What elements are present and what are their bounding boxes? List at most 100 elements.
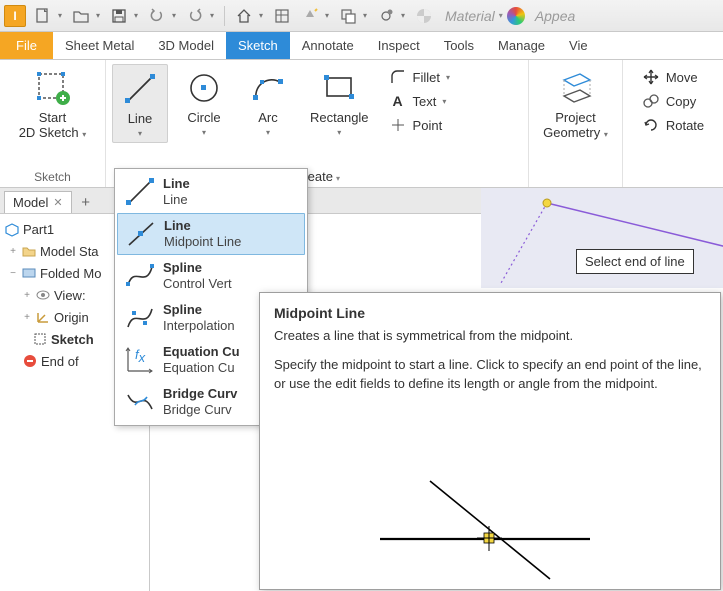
expand-icon[interactable]: + xyxy=(22,290,32,301)
svg-text:fx: fx xyxy=(135,347,146,365)
home-dropdown-icon[interactable]: ▾ xyxy=(257,5,265,27)
tooltip-title: Midpoint Line xyxy=(274,305,706,321)
tab-manage[interactable]: Manage xyxy=(486,32,557,59)
spline-interp-icon xyxy=(123,301,157,335)
redo-dropdown-icon[interactable]: ▾ xyxy=(208,5,216,27)
collapse-icon[interactable]: − xyxy=(8,268,18,279)
circle-dropdown-icon[interactable]: ▾ xyxy=(202,128,206,137)
tab-sheet-metal[interactable]: Sheet Metal xyxy=(53,32,146,59)
panel-modify: Move Copy Rotate xyxy=(623,60,723,187)
select-dropdown-icon[interactable]: ▾ xyxy=(361,5,369,27)
checker-icon[interactable] xyxy=(413,5,435,27)
open-icon[interactable] xyxy=(70,5,92,27)
tab-file[interactable]: File xyxy=(0,32,53,59)
start-sketch-label: Start2D Sketch ▾ xyxy=(19,111,87,141)
view-icon xyxy=(35,287,51,303)
separator xyxy=(224,6,225,26)
new-dropdown-icon[interactable]: ▾ xyxy=(56,5,64,27)
point-icon xyxy=(389,116,407,134)
save-dropdown-icon[interactable]: ▾ xyxy=(132,5,140,27)
ribbon: Start2D Sketch ▾ Sketch Line ▾ Circle ▾ … xyxy=(0,60,723,188)
fillet-button[interactable]: Fillet▾ xyxy=(387,66,452,88)
tooltip-body: Creates a line that is symmetrical from … xyxy=(274,327,706,394)
return-icon[interactable] xyxy=(375,5,397,27)
arc-dropdown-icon[interactable]: ▾ xyxy=(266,128,270,137)
save-icon[interactable] xyxy=(108,5,130,27)
project-geometry-label: ProjectGeometry ▾ xyxy=(543,111,608,141)
appearance-label: Appea xyxy=(535,8,575,24)
quick-access-toolbar: I ▾ ▾ ▾ ▾ ▾ ▾ ▾ ▾ ▾ Material ▾ Appea xyxy=(0,0,723,32)
appearance-swatch-icon[interactable] xyxy=(507,7,525,25)
arc-button[interactable]: Arc ▾ xyxy=(240,64,296,141)
rectangle-label: Rectangle xyxy=(310,111,369,126)
open-dropdown-icon[interactable]: ▾ xyxy=(94,5,102,27)
copy-button[interactable]: Copy xyxy=(640,90,706,112)
point-button[interactable]: Point xyxy=(387,114,452,136)
undo-icon[interactable] xyxy=(146,5,168,27)
panel-sketch-title: Sketch xyxy=(34,167,71,187)
rectangle-icon xyxy=(319,68,359,108)
add-tab-button[interactable]: + xyxy=(76,192,96,212)
origin-icon xyxy=(35,309,51,325)
material-selector[interactable]: Material ▾ Appea xyxy=(445,7,575,25)
select-icon[interactable] xyxy=(337,5,359,27)
menu-item-spline-cv[interactable]: SplineControl Vert xyxy=(115,255,307,297)
tooltip-midpoint-line: Midpoint Line Creates a line that is sym… xyxy=(259,292,721,590)
rotate-icon xyxy=(642,116,660,134)
tab-annotate[interactable]: Annotate xyxy=(290,32,366,59)
ribbon-tabs: File Sheet Metal 3D Model Sketch Annotat… xyxy=(0,32,723,60)
rotate-button[interactable]: Rotate xyxy=(640,114,706,136)
update-dropdown-icon[interactable]: ▾ xyxy=(323,5,331,27)
text-icon: A xyxy=(389,92,407,110)
model-tab[interactable]: Model✕ xyxy=(4,191,72,213)
line-icon xyxy=(123,175,157,209)
end-of-part-icon xyxy=(22,353,38,369)
create-small-buttons: Fillet▾ AText▾ Point xyxy=(383,64,456,138)
panel-modify-title xyxy=(671,167,674,187)
close-icon[interactable]: ✕ xyxy=(53,196,62,209)
tab-sketch[interactable]: Sketch xyxy=(226,32,290,59)
rectangle-dropdown-icon[interactable]: ▾ xyxy=(337,128,341,137)
expand-icon[interactable]: + xyxy=(8,246,18,257)
tab-view[interactable]: Vie xyxy=(557,32,600,59)
return-dropdown-icon[interactable]: ▾ xyxy=(399,5,407,27)
panel-sketch: Start2D Sketch ▾ Sketch xyxy=(0,60,106,187)
material-dropdown-icon[interactable]: ▾ xyxy=(499,11,503,20)
text-button[interactable]: AText▾ xyxy=(387,90,452,112)
redo-icon[interactable] xyxy=(184,5,206,27)
start-2d-sketch-button[interactable]: Start2D Sketch ▾ xyxy=(13,64,93,145)
undo-dropdown-icon[interactable]: ▾ xyxy=(170,5,178,27)
menu-item-line[interactable]: LineLine xyxy=(115,171,307,213)
arc-label: Arc xyxy=(258,111,278,126)
spline-cv-icon xyxy=(123,259,157,293)
tab-inspect[interactable]: Inspect xyxy=(366,32,432,59)
new-icon[interactable] xyxy=(32,5,54,27)
tab-3d-model[interactable]: 3D Model xyxy=(146,32,226,59)
prompt-hint: Select end of line xyxy=(576,249,694,274)
equation-curve-icon: fx xyxy=(123,343,157,377)
menu-item-midpoint-line[interactable]: LineMidpoint Line xyxy=(117,213,305,255)
line-dropdown-icon[interactable]: ▾ xyxy=(138,129,142,138)
panel-project-title xyxy=(574,167,577,187)
home-icon[interactable] xyxy=(233,5,255,27)
project-geometry-button[interactable]: ProjectGeometry ▾ xyxy=(537,64,614,145)
line-icon xyxy=(120,69,160,109)
midpoint-line-icon xyxy=(124,217,158,251)
update-icon[interactable] xyxy=(299,5,321,27)
sketch-node-icon xyxy=(32,331,48,347)
tab-tools[interactable]: Tools xyxy=(432,32,486,59)
rectangle-button[interactable]: Rectangle ▾ xyxy=(304,64,375,141)
circle-icon xyxy=(184,68,224,108)
tooltip-illustration xyxy=(260,461,720,585)
copy-icon xyxy=(642,92,660,110)
app-logo: I xyxy=(4,5,26,27)
folder-icon xyxy=(21,243,37,259)
move-button[interactable]: Move xyxy=(640,66,706,88)
team-icon[interactable] xyxy=(271,5,293,27)
project-geometry-icon xyxy=(556,68,596,108)
line-label: Line xyxy=(128,112,153,127)
expand-icon[interactable]: + xyxy=(22,312,32,323)
fillet-icon xyxy=(389,68,407,86)
circle-button[interactable]: Circle ▾ xyxy=(176,64,232,141)
line-button[interactable]: Line ▾ xyxy=(112,64,168,143)
